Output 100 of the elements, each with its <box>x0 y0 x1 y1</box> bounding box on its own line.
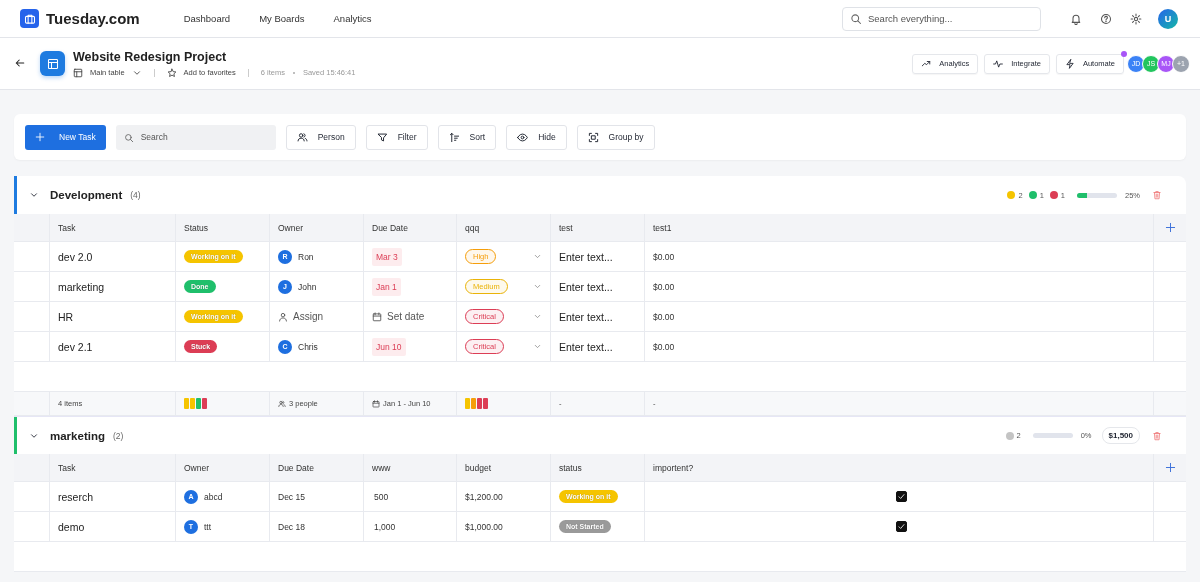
set-date-button[interactable]: Set date <box>372 311 425 322</box>
checkmark-icon <box>896 492 906 501</box>
owner-name: Ron <box>298 251 314 262</box>
trash-icon <box>1152 190 1162 200</box>
due-date: Jan 1 <box>372 277 401 296</box>
cell-text: $1,000.00 <box>465 521 503 532</box>
hide-button[interactable]: Hide <box>506 124 567 150</box>
cell-text: demo <box>58 520 85 533</box>
column-header[interactable]: Status <box>184 222 209 233</box>
eye-icon <box>517 131 529 143</box>
cell-text: $0.00 <box>653 311 675 322</box>
cell-text: 500 <box>373 491 389 502</box>
group-count: (4) <box>130 190 141 200</box>
calendar-icon <box>372 399 380 408</box>
search-field[interactable]: Search <box>115 124 276 150</box>
assign-button[interactable]: Assign <box>278 311 323 322</box>
chevron-icon <box>533 312 542 321</box>
owner-name: abcd <box>204 491 223 502</box>
column-header[interactable]: Owner <box>278 222 304 233</box>
column-header[interactable]: qqq <box>465 222 480 233</box>
column-header[interactable]: Due Date <box>372 222 408 233</box>
cell-text: $0.00 <box>653 341 675 352</box>
people-icon <box>296 131 308 143</box>
nav-link[interactable]: Dashboard <box>183 13 231 24</box>
chevron-icon <box>29 190 39 200</box>
nav-link[interactable]: Analytics <box>333 13 372 24</box>
cell-text: dev 2.1 <box>58 340 93 353</box>
group-icon <box>587 131 599 143</box>
collapse-button[interactable] <box>29 190 39 200</box>
nav-link[interactable]: My Boards <box>259 13 305 24</box>
cell-text: Dec 15 <box>278 491 305 502</box>
bell-icon <box>1070 12 1082 25</box>
back-arrow-icon <box>14 56 26 69</box>
people-icon <box>278 399 286 408</box>
add-column-button[interactable] <box>1164 462 1176 473</box>
column-header[interactable]: test1 <box>653 222 672 233</box>
group-count: (2) <box>112 430 124 441</box>
settings-icon <box>1130 12 1142 25</box>
cell-text: 1,000 <box>373 521 396 532</box>
search-icon <box>850 12 862 25</box>
cell-text: reserch <box>58 490 93 503</box>
cell-text: Enter text... <box>559 280 613 293</box>
column-header[interactable]: Task <box>58 222 76 233</box>
column-header[interactable]: Task <box>58 462 76 473</box>
total-badge: $1,500 <box>1101 427 1140 444</box>
filter-button[interactable]: Filter <box>365 124 428 150</box>
owner-name: ttt <box>204 521 212 532</box>
owner-name: John <box>298 281 317 292</box>
table-icon <box>73 67 83 78</box>
group-name: marketing <box>50 429 105 442</box>
column-header[interactable]: budget <box>465 462 491 473</box>
cell-text: Dec 18 <box>278 521 305 532</box>
cell-text: Enter text... <box>559 310 613 323</box>
due-date: Mar 3 <box>372 247 402 266</box>
help-icon <box>1100 12 1112 25</box>
search-field[interactable]: Search everything... <box>842 6 1041 31</box>
sort-button[interactable]: Sort <box>437 124 497 150</box>
plus-icon <box>1164 222 1176 233</box>
plus-icon <box>35 132 45 142</box>
column-header[interactable]: Owner <box>184 462 210 473</box>
checkbox[interactable] <box>895 521 907 532</box>
column-header[interactable]: www <box>372 462 391 473</box>
calendar-icon <box>372 311 382 322</box>
due-date: Jun 10 <box>372 337 406 356</box>
column-header[interactable]: importent? <box>653 462 694 473</box>
cell-text: Enter text... <box>559 340 613 353</box>
add-column-button[interactable] <box>1164 222 1176 233</box>
chevron-icon <box>533 282 542 291</box>
cell-text: HR <box>58 310 74 323</box>
cell-text: Enter text... <box>559 250 613 263</box>
checkbox[interactable] <box>895 491 907 502</box>
search-icon <box>123 132 134 143</box>
column-header[interactable]: status <box>559 462 582 473</box>
owner-name: Chris <box>298 341 318 352</box>
new-task-button[interactable]: New Task <box>25 124 106 150</box>
cell-text: marketing <box>58 280 105 293</box>
person-icon <box>278 311 288 322</box>
column-header[interactable]: test <box>559 222 573 233</box>
filter-icon <box>376 131 388 143</box>
column-header[interactable]: Due Date <box>278 462 314 473</box>
group-by-button[interactable]: Group by <box>576 124 655 150</box>
star-icon <box>166 67 177 78</box>
plus-icon <box>1164 462 1176 473</box>
cell-text: $1,200.00 <box>465 491 503 502</box>
board-title: Website Redesign Project <box>73 49 228 64</box>
trend-icon <box>921 58 932 69</box>
cell-text: $0.00 <box>653 281 675 292</box>
logo-text: Tuesday.com <box>46 10 140 27</box>
table-icon <box>46 57 59 70</box>
group-name: Development <box>50 189 123 201</box>
checkmark-icon <box>896 522 906 531</box>
cell-text: dev 2.0 <box>58 250 93 263</box>
sort-icon <box>448 131 460 143</box>
lightning-icon <box>1064 58 1075 69</box>
person-button[interactable]: Person <box>285 124 356 150</box>
user-avatar[interactable]: U <box>1158 8 1178 29</box>
cell-text: $0.00 <box>653 251 675 262</box>
chevron-icon <box>533 252 542 261</box>
pulse-icon <box>993 58 1004 69</box>
chevron-icon <box>533 342 542 351</box>
